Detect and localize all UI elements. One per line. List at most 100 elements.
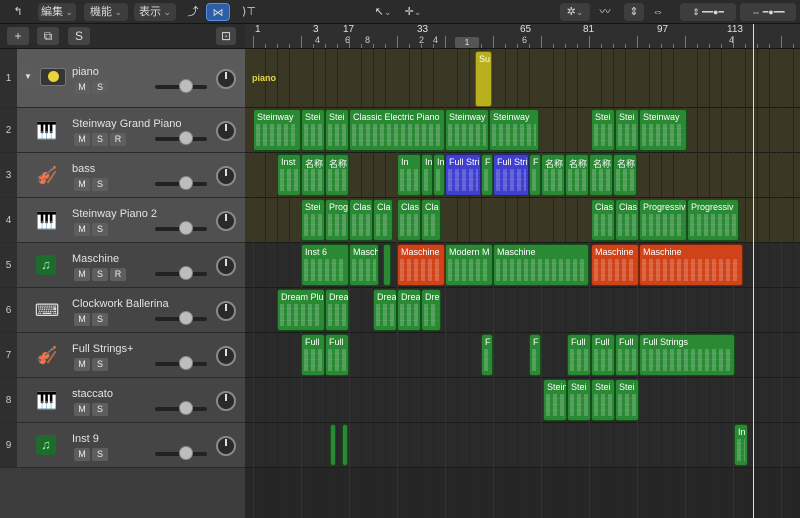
midi-region[interactable]: Modern M [445, 244, 493, 286]
midi-region[interactable]: Maschine [493, 244, 589, 286]
volume-slider[interactable] [155, 310, 207, 325]
volume-slider-knob[interactable] [179, 220, 193, 235]
midi-region[interactable]: Full [591, 334, 615, 376]
midi-region[interactable]: F [529, 154, 541, 196]
track-name[interactable]: Inst 9 [72, 433, 99, 445]
volume-slider-knob[interactable] [179, 78, 193, 93]
solo-button[interactable]: S [92, 177, 108, 191]
pan-knob[interactable] [216, 68, 236, 89]
solo-global-button[interactable]: S [68, 27, 90, 45]
pan-knob[interactable] [216, 435, 236, 456]
snap-icon[interactable]: ⟩⊤ [238, 3, 260, 21]
vertical-zoom-slider[interactable]: ⇕ ━━●━ [680, 3, 736, 21]
midi-region[interactable]: 名称 [613, 154, 637, 196]
midi-region[interactable]: Steinway [253, 109, 301, 151]
track-header[interactable]: 3 🎻 bass M S [0, 153, 245, 198]
midi-region[interactable]: F [481, 334, 493, 376]
volume-slider-knob[interactable] [179, 445, 193, 460]
midi-region[interactable]: Cla [373, 199, 393, 241]
mute-button[interactable]: M [74, 447, 90, 461]
midi-region[interactable]: Full Stri [445, 154, 481, 196]
mute-button[interactable]: M [74, 357, 90, 371]
track-header[interactable]: 1 ▼ piano M S [0, 49, 245, 108]
mute-button[interactable]: M [74, 132, 90, 146]
midi-region[interactable]: Stei [301, 199, 325, 241]
volume-slider[interactable] [155, 78, 207, 93]
midi-region[interactable]: Stei [591, 379, 615, 421]
solo-button[interactable]: S [92, 222, 108, 236]
midi-region[interactable]: Progressiv [687, 199, 739, 241]
solo-button[interactable]: S [92, 132, 108, 146]
midi-region[interactable]: Stei [615, 379, 639, 421]
disclosure-triangle-icon[interactable]: ▼ [20, 69, 36, 85]
midi-region[interactable]: Stei [325, 109, 349, 151]
midi-region[interactable]: Stei [567, 379, 591, 421]
volume-slider-knob[interactable] [179, 130, 193, 145]
track-name[interactable]: Maschine [72, 253, 119, 265]
solo-button[interactable]: S [92, 80, 108, 94]
midi-region[interactable]: Full Stri [493, 154, 529, 196]
midi-region[interactable] [330, 424, 336, 466]
duplicate-track-button[interactable]: ⧉ [37, 27, 59, 45]
volume-slider[interactable] [155, 400, 207, 415]
volume-slider[interactable] [155, 265, 207, 280]
track-header[interactable]: 5 ♫ Maschine M S R [0, 243, 245, 288]
solo-button[interactable]: S [92, 402, 108, 416]
menu-view[interactable]: 表示 ⌄ [134, 3, 176, 21]
mute-button[interactable]: M [74, 222, 90, 236]
volume-slider-knob[interactable] [179, 265, 193, 280]
collapse-icon[interactable]: ⊡ [216, 27, 236, 45]
mute-button[interactable]: M [74, 312, 90, 326]
midi-region[interactable]: Clas [397, 199, 421, 241]
track-lane[interactable] [245, 378, 800, 423]
midi-region[interactable]: Stei [615, 109, 639, 151]
volume-slider-knob[interactable] [179, 355, 193, 370]
volume-slider[interactable] [155, 130, 207, 145]
horizontal-zoom-icon[interactable]: ⇔ [648, 3, 668, 21]
pan-knob[interactable] [216, 165, 236, 186]
midi-region[interactable]: F [481, 154, 493, 196]
solo-button[interactable]: S [92, 447, 108, 461]
playhead[interactable] [753, 24, 754, 518]
locator-marker[interactable]: 1 [455, 37, 479, 48]
pan-knob[interactable] [216, 300, 236, 321]
track-lane[interactable] [245, 49, 800, 108]
midi-region[interactable]: Drea [397, 289, 421, 331]
track-name[interactable]: staccato [72, 388, 113, 400]
gear-icon[interactable]: ✲⌄ [560, 3, 590, 21]
midi-region[interactable]: Clas [349, 199, 373, 241]
midi-region[interactable]: Steinway [639, 109, 687, 151]
midi-region[interactable]: Steinway [489, 109, 539, 151]
midi-region[interactable]: Drea [325, 289, 349, 331]
midi-region[interactable]: 名称 [565, 154, 589, 196]
midi-region[interactable]: Inst [277, 154, 301, 196]
menu-functions[interactable]: 機能 ⌄ [84, 3, 128, 21]
menu-edit[interactable]: 編集 ⌄ [38, 3, 76, 21]
pointer-tool-icon[interactable]: ↖⌄ [370, 3, 396, 21]
midi-region[interactable]: Su [475, 51, 492, 107]
volume-slider[interactable] [155, 175, 207, 190]
solo-button[interactable]: S [92, 357, 108, 371]
pan-knob[interactable] [216, 120, 236, 141]
track-name[interactable]: Steinway Piano 2 [72, 208, 157, 220]
plus-tool-icon[interactable]: ✛⌄ [400, 3, 426, 21]
solo-button[interactable]: S [92, 312, 108, 326]
midi-region[interactable]: Clas [591, 199, 615, 241]
midi-region[interactable]: Maschine [591, 244, 639, 286]
track-name[interactable]: Clockwork Ballerina [72, 298, 169, 310]
track-header[interactable]: 2 🎹 Steinway Grand Piano M S R [0, 108, 245, 153]
track-lane[interactable] [245, 423, 800, 468]
track-header[interactable]: 8 🎹 staccato M S [0, 378, 245, 423]
midi-region[interactable] [383, 244, 391, 286]
ruler[interactable]: 1 3 4 17 6 8 33 2 4 65 6 81 97 113 4 1 [245, 24, 800, 49]
midi-region[interactable]: Maschine [639, 244, 743, 286]
midi-region[interactable]: Full Strings [639, 334, 735, 376]
midi-region[interactable]: Progressiv [639, 199, 687, 241]
midi-region[interactable]: Clas [615, 199, 639, 241]
midi-region[interactable]: Stei [301, 109, 325, 151]
midi-region[interactable]: Full [325, 334, 349, 376]
midi-region[interactable]: Drea [373, 289, 397, 331]
midi-region[interactable]: In [397, 154, 421, 196]
midi-region[interactable] [342, 424, 348, 466]
midi-region[interactable]: Full [615, 334, 639, 376]
